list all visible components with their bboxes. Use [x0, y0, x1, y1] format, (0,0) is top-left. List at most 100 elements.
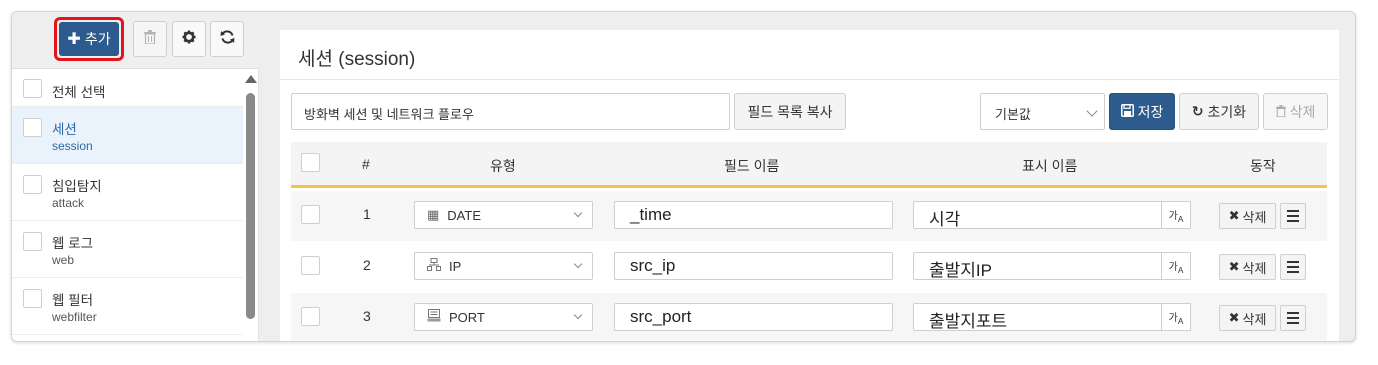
column-header-action: 동작 [1250, 158, 1276, 174]
row-delete-button[interactable]: ✖ 삭제 [1219, 203, 1276, 229]
translate-icon: 가A [1168, 312, 1184, 326]
type-select-value: PORT [449, 309, 485, 325]
sidebar-item-webfilter[interactable]: 웹 필터 webfilter [12, 278, 243, 335]
sidebar-item-session[interactable]: 세션 session [12, 107, 243, 164]
menu-icon [1287, 312, 1299, 314]
chevron-down-icon [1086, 105, 1098, 117]
type-select-value: DATE [447, 207, 482, 223]
table-row: 1 ▦ DATE _time 시각 가A ✖ 삭제 [291, 191, 1327, 241]
app-window: ✚ 추가 전체 선택 세션 session 침입탐지 attack 웹 로그 w… [11, 11, 1356, 342]
gear-icon [182, 30, 196, 48]
item-checkbox[interactable] [23, 289, 42, 308]
sidebar-item-label: 웹 필터 [52, 293, 94, 308]
sidebar-item-web[interactable]: 웹 로그 web [12, 221, 243, 278]
table-row: 3 PORT src_port 출발지포트 가A ✖ 삭제 [291, 293, 1327, 341]
type-select-value: IP [449, 258, 462, 274]
row-number: 2 [363, 257, 371, 273]
copy-fields-label: 필드 목록 복사 [747, 103, 833, 120]
chevron-down-icon [573, 310, 583, 320]
page-title: 세션 (session) [298, 49, 416, 70]
row-checkbox[interactable] [301, 307, 320, 326]
add-button[interactable]: ✚ 추가 [59, 22, 119, 56]
translate-button[interactable]: 가A [1161, 201, 1191, 229]
delete-button[interactable] [133, 21, 167, 57]
preset-select-value: 기본값 [995, 107, 1031, 122]
select-all-rows-checkbox[interactable] [301, 153, 320, 172]
preset-select[interactable]: 기본값 [980, 93, 1105, 130]
sidebar-item-sublabel: web [52, 253, 75, 267]
translate-icon: 가A [1168, 261, 1184, 275]
port-icon [427, 309, 441, 325]
row-menu-button[interactable] [1280, 203, 1306, 229]
log-type-list: 전체 선택 세션 session 침입탐지 attack 웹 로그 web 웹 … [12, 70, 243, 335]
menu-icon [1287, 210, 1299, 212]
trash-icon [144, 30, 156, 48]
column-header-num: # [362, 156, 370, 172]
item-checkbox[interactable] [23, 118, 42, 137]
save-button[interactable]: 저장 [1109, 93, 1175, 130]
reset-button[interactable]: ↻ 초기화 [1179, 93, 1259, 130]
translate-button[interactable]: 가A [1161, 252, 1191, 280]
sidebar-item-attack[interactable]: 침입탐지 attack [12, 164, 243, 221]
row-menu-button[interactable] [1280, 305, 1306, 331]
row-checkbox[interactable] [301, 205, 320, 224]
translate-icon: 가A [1168, 210, 1184, 224]
sidebar-item-label: 세션 [52, 122, 77, 137]
field-editor-panel: 세션 (session) 방화벽 세션 및 네트워크 플로우 필드 목록 복사 … [280, 30, 1339, 341]
add-button-highlight: ✚ 추가 [54, 17, 124, 61]
scroll-thumb[interactable] [246, 93, 255, 319]
row-menu-button[interactable] [1280, 254, 1306, 280]
sidebar-scrollbar[interactable] [243, 70, 259, 341]
select-all-row[interactable]: 전체 선택 [12, 70, 243, 107]
chevron-down-icon [573, 259, 583, 269]
field-name-input[interactable]: src_port [614, 303, 893, 331]
row-checkbox[interactable] [301, 256, 320, 275]
row-delete-button[interactable]: ✖ 삭제 [1219, 305, 1276, 331]
reset-label: 초기화 [1207, 103, 1247, 120]
table-row: 2 IP src_ip 출발지IP 가A ✖ 삭제 [291, 242, 1327, 292]
sidebar-item-sublabel: attack [52, 196, 85, 210]
item-checkbox[interactable] [23, 175, 42, 194]
row-delete-label: 삭제 [1242, 209, 1267, 225]
select-all-checkbox[interactable] [23, 79, 42, 98]
display-name-input[interactable]: 출발지IP [913, 252, 1162, 280]
item-checkbox[interactable] [23, 232, 42, 251]
column-header-display-name: 표시 이름 [1022, 158, 1078, 174]
column-header-field-name: 필드 이름 [724, 158, 780, 174]
description-input[interactable]: 방화벽 세션 및 네트워크 플로우 [291, 93, 730, 130]
save-label: 저장 [1137, 103, 1164, 120]
column-header-type: 유형 [490, 158, 516, 174]
refresh-button[interactable] [210, 21, 244, 57]
refresh-icon [220, 30, 235, 48]
trash-icon [1275, 104, 1286, 120]
delete-button[interactable]: 삭제 [1263, 93, 1328, 130]
type-select[interactable]: ▦ DATE [414, 201, 593, 229]
scroll-up-arrow-icon[interactable] [245, 75, 257, 83]
settings-button[interactable] [172, 21, 206, 57]
add-button-label: 추가 [84, 31, 111, 47]
plus-icon: ✚ [67, 31, 81, 48]
select-all-label: 전체 선택 [52, 85, 106, 100]
row-delete-label: 삭제 [1242, 260, 1267, 276]
type-select[interactable]: PORT [414, 303, 593, 331]
translate-button[interactable]: 가A [1161, 303, 1191, 331]
sidebar-item-sublabel: webfilter [52, 310, 97, 324]
field-name-input[interactable]: src_ip [614, 252, 893, 280]
network-icon [427, 258, 441, 274]
type-select[interactable]: IP [414, 252, 593, 280]
sidebar-toolbar: ✚ 추가 [12, 12, 259, 69]
close-icon: ✖ [1228, 310, 1240, 325]
delete-label: 삭제 [1289, 103, 1316, 120]
field-name-input[interactable]: _time [614, 201, 893, 229]
chevron-down-icon [573, 208, 583, 218]
calendar-icon: ▦ [427, 207, 440, 222]
sidebar-item-label: 침입탐지 [52, 179, 102, 194]
close-icon: ✖ [1228, 208, 1240, 223]
display-name-input[interactable]: 시각 [913, 201, 1162, 229]
row-delete-label: 삭제 [1242, 311, 1267, 327]
copy-fields-button[interactable]: 필드 목록 복사 [734, 93, 846, 130]
row-delete-button[interactable]: ✖ 삭제 [1219, 254, 1276, 280]
sidebar-item-label: 웹 로그 [52, 236, 94, 251]
row-number: 3 [363, 308, 371, 324]
display-name-input[interactable]: 출발지포트 [913, 303, 1162, 331]
